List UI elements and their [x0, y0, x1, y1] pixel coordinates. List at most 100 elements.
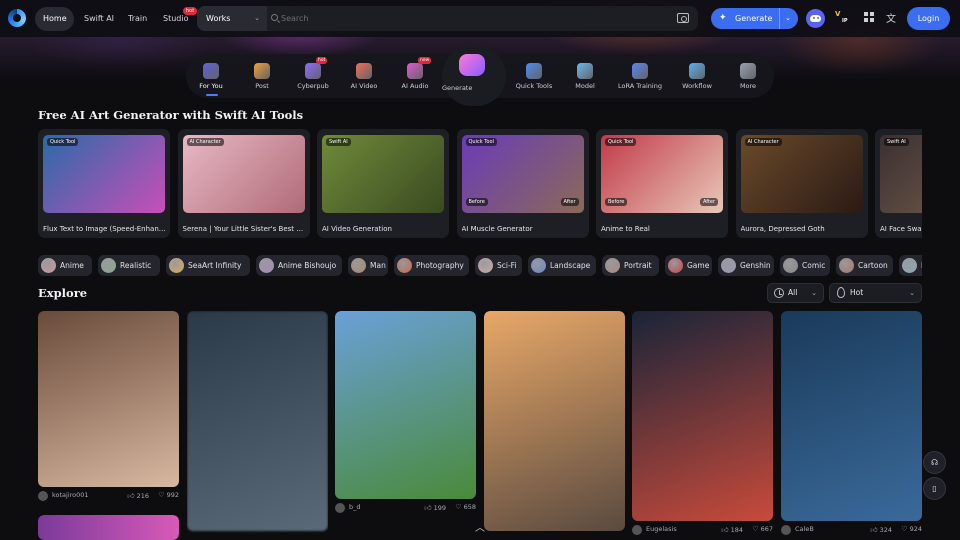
after-label: After — [560, 198, 579, 206]
generate-icon — [459, 54, 485, 76]
login-button[interactable]: Login — [907, 7, 950, 30]
tag-thumbnail — [478, 258, 493, 273]
like-count[interactable]: 👍︎ 199 — [424, 503, 446, 512]
explore-post-card[interactable] — [187, 311, 328, 540]
clock-icon — [774, 288, 784, 298]
category-tag-row: Anime Realistic SeaArt Infinity Anime Bisho… — [38, 255, 922, 276]
explore-post-card[interactable]: CaleB 👍︎ 324 ♡ 924 — [781, 311, 922, 539]
tool-card[interactable]: Swift AI AI Video Generation — [317, 129, 449, 238]
tag-label: Comic — [802, 261, 826, 270]
tag-thumbnail — [169, 258, 184, 273]
apps-grid-icon[interactable] — [864, 12, 874, 22]
dock-item-model[interactable]: Model — [560, 54, 610, 98]
avatar[interactable] — [38, 491, 48, 501]
language-icon[interactable]: 文 — [886, 10, 896, 25]
category-tag[interactable]: SeaArt Infinity — [166, 255, 250, 276]
post-icon — [254, 63, 270, 79]
post-meta: b_d 👍︎ 199 ♡ 658 — [335, 501, 476, 515]
explore-post-card[interactable] — [38, 515, 179, 540]
vip-icon[interactable]: V IP — [835, 10, 851, 26]
chevron-down-icon[interactable]: ⌄ — [785, 8, 791, 29]
tag-thumbnail — [721, 258, 736, 273]
generate-button[interactable]: ✦ Generate ⌄ — [711, 8, 798, 29]
category-tag[interactable]: Game — [665, 255, 712, 276]
like-count[interactable]: 👍︎ 324 — [870, 525, 892, 534]
workflow-icon — [689, 63, 705, 79]
tool-card[interactable]: Quick Tool Flux Text to Image (Speed-Enha… — [38, 129, 170, 238]
camera-icon[interactable] — [677, 13, 689, 23]
dock-item-ai-audio[interactable]: AI Audio new — [390, 54, 440, 98]
category-tag[interactable]: Realistic — [98, 255, 160, 276]
category-tag[interactable]: Sci-Fi — [475, 255, 522, 276]
tool-card-image — [740, 135, 863, 213]
support-headset-icon[interactable]: ☊ — [923, 451, 946, 474]
post-author[interactable]: b_d — [349, 503, 361, 511]
post-author[interactable]: CaleB — [795, 525, 814, 533]
category-tag[interactable]: Anime Bishoujo — [256, 255, 342, 276]
explore-post-card[interactable] — [484, 311, 625, 540]
post-meta: kotajiro001 👍︎ 216 ♡ 992 — [38, 489, 179, 503]
mobile-app-icon[interactable]: ▯ — [923, 477, 946, 500]
tool-card-tag: Quick Tool — [605, 138, 637, 146]
tool-card[interactable]: Quick Tool Before After Anime to Real — [596, 129, 728, 238]
explore-post-card[interactable]: b_d 👍︎ 199 ♡ 658 — [335, 311, 476, 517]
category-tag[interactable]: Illustration — [899, 255, 922, 276]
dock-item-cyberpub[interactable]: Cyberpub hot — [288, 54, 338, 98]
time-filter-select[interactable]: All ⌄ — [767, 283, 824, 303]
favorite-count[interactable]: ♡ 667 — [752, 525, 773, 533]
category-tag[interactable]: Photography — [394, 255, 469, 276]
category-tag[interactable]: Portrait — [602, 255, 659, 276]
thumbs-up-icon: 👍︎ — [127, 492, 135, 500]
tool-card[interactable]: Swift AI AI Face Swap — [875, 129, 922, 238]
seaart-logo-icon[interactable] — [8, 9, 26, 27]
nav-train[interactable]: Train — [118, 7, 157, 31]
nav-home[interactable]: Home — [35, 7, 74, 31]
chevron-down-icon: ⌄ — [811, 289, 817, 297]
dock-item-more[interactable]: More — [723, 54, 773, 98]
chevron-down-icon: ⌄ — [909, 289, 915, 297]
dock-item-post[interactable]: Post — [237, 54, 287, 98]
category-tag[interactable]: Comic — [780, 255, 830, 276]
dock-item-generate[interactable]: Generate — [442, 46, 506, 106]
favorite-count[interactable]: ♡ 992 — [158, 491, 179, 499]
category-tag[interactable]: Genshin — [718, 255, 774, 276]
dock-item-for-you[interactable]: For You — [186, 54, 236, 98]
dock-item-ai-video[interactable]: AI Video — [339, 54, 389, 98]
avatar[interactable] — [781, 525, 791, 535]
post-meta: CaleB 👍︎ 324 ♡ 924 — [781, 523, 922, 537]
tool-card[interactable]: Quick Tool Before After AI Muscle Generator — [456, 129, 589, 238]
like-count[interactable]: 👍︎ 216 — [127, 491, 149, 500]
tool-card[interactable]: AI Character Serena | Your Little Sister'… — [177, 129, 310, 238]
avatar[interactable] — [335, 503, 345, 513]
explore-post-card[interactable]: kotajiro001 👍︎ 216 ♡ 992 — [38, 311, 179, 505]
category-tag[interactable]: Anime — [38, 255, 92, 276]
explore-post-card[interactable]: Eugelasis 👍︎ 184 ♡ 667 — [632, 311, 773, 539]
tag-thumbnail — [902, 258, 917, 273]
tag-thumbnail — [41, 258, 56, 273]
search-bar: Works ⌄ — [197, 6, 698, 31]
scroll-up-chevron-icon[interactable]: ︿ — [472, 524, 488, 534]
favorite-count[interactable]: ♡ 924 — [901, 525, 922, 533]
search-input[interactable] — [281, 9, 661, 28]
post-author[interactable]: Eugelasis — [646, 525, 677, 533]
dock-item-workflow[interactable]: Workflow — [672, 54, 722, 98]
category-tag[interactable]: Landscape — [528, 255, 596, 276]
search-scope-select[interactable]: Works ⌄ — [197, 6, 267, 31]
dock-item-quick-tools[interactable]: Quick Tools — [509, 54, 559, 98]
dock-item-label: Generate — [442, 84, 473, 92]
dock-item-lora-training[interactable]: LoRA Training — [615, 54, 665, 98]
top-nav-bar: Home Swift AI Train Studio hot Works ⌄ ✦… — [0, 0, 960, 37]
category-tag[interactable]: Man — [348, 255, 388, 276]
category-tag[interactable]: Cartoon — [836, 255, 893, 276]
post-author[interactable]: kotajiro001 — [52, 491, 89, 499]
sort-filter-select[interactable]: Hot ⌄ — [829, 283, 922, 303]
search-scope-value: Works — [206, 14, 231, 23]
nav-swift-ai[interactable]: Swift AI — [74, 7, 124, 31]
tag-thumbnail — [531, 258, 546, 273]
discord-icon[interactable] — [806, 9, 825, 28]
tag-thumbnail — [259, 258, 274, 273]
like-count[interactable]: 👍︎ 184 — [721, 525, 743, 534]
tool-card[interactable]: AI Character Aurora, Depressed Goth — [735, 129, 868, 238]
avatar[interactable] — [632, 525, 642, 535]
favorite-count[interactable]: ♡ 658 — [455, 503, 476, 511]
